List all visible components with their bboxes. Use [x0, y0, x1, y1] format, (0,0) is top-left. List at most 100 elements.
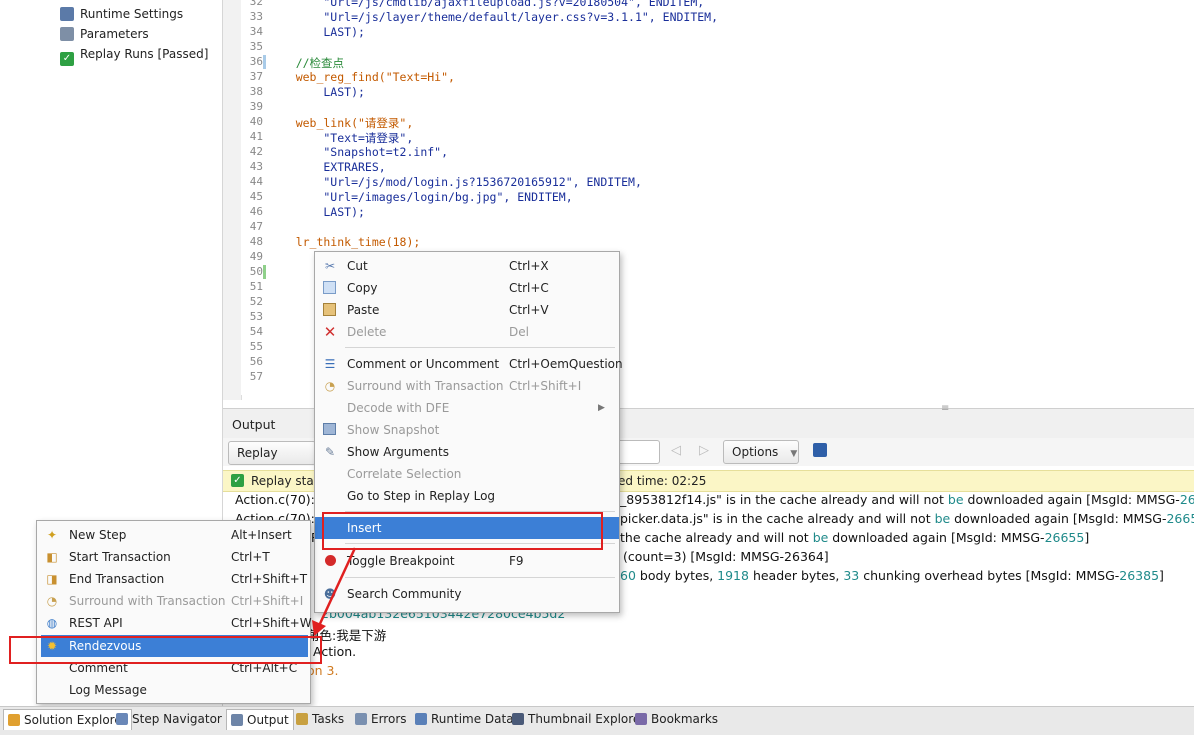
log-line: (count=3) [MsgId: MMSG-26364] [623, 549, 829, 564]
log-line: the cache already and will not be downlo… [620, 530, 1090, 545]
output-icon [231, 714, 243, 726]
menu-item-cut[interactable]: ✂ Cut Ctrl+X [315, 255, 619, 277]
runtime-data-icon [415, 713, 427, 725]
code-line[interactable]: "Url=/images/login/bg.jpg", ENDITEM, [268, 190, 572, 204]
line-number: 55 [249, 340, 263, 353]
end-transaction-icon: ◨ [46, 572, 58, 586]
menu-item-rest-api[interactable]: ◍ REST API Ctrl+Shift+W [37, 612, 312, 634]
options-button[interactable]: Options ▼ [723, 440, 799, 464]
menu-separator [345, 347, 615, 348]
arrow-right-icon[interactable]: ▷ [699, 443, 709, 458]
log-line: _8953812f14.js" is in the cache already … [620, 492, 1194, 507]
line-number: 52 [249, 295, 263, 308]
menu-item-paste[interactable]: Paste Ctrl+V [315, 299, 619, 321]
comment-icon: ☰ [324, 357, 336, 371]
code-line[interactable]: //检查点 [268, 55, 344, 71]
line-number: 40 [249, 115, 263, 128]
code-line[interactable]: web_reg_find("Text=Hi", [268, 70, 455, 84]
menu-item-start-transaction[interactable]: ◧ Start Transaction Ctrl+T [37, 546, 310, 568]
menu-item-surround-transaction[interactable]: ◔ Surround with Transaction Ctrl+Shift+I [37, 590, 310, 612]
line-number: 54 [249, 325, 263, 338]
globe-icon: ◍ [46, 616, 58, 630]
code-line[interactable] [268, 310, 296, 324]
copy-icon [323, 281, 336, 294]
line-number: 39 [249, 100, 263, 113]
menu-separator [345, 577, 615, 578]
change-marker [263, 55, 266, 69]
tree-item-replay-runs[interactable]: ✓ Replay Runs [Passed] [60, 45, 208, 66]
menu-item-comment-uncomment[interactable]: ☰ Comment or Uncomment Ctrl+OemQuestion [315, 353, 623, 375]
code-line[interactable]: EXTRARES, [268, 160, 385, 174]
tab-errors[interactable]: Errors [351, 709, 411, 729]
check-icon: ✓ [60, 52, 74, 66]
line-number: 36 [249, 55, 263, 68]
code-line[interactable]: "Url=/js/cmdlib/ajaxfileupload.js?v=2018… [268, 0, 704, 9]
line-number: 42 [249, 145, 263, 158]
tab-step-navigator[interactable]: Step Navigator [112, 709, 226, 729]
code-line[interactable]: "Snapshot=t2.inf", [268, 145, 448, 159]
line-number: 33 [249, 10, 263, 23]
line-number: 38 [249, 85, 263, 98]
thumbnail-icon [512, 713, 524, 725]
line-number: 43 [249, 160, 263, 173]
log-line: on 3. [307, 663, 339, 678]
arrow-left-icon[interactable]: ◁ [671, 443, 681, 458]
resize-grip-icon[interactable]: ≡ [941, 403, 949, 414]
tab-output[interactable]: Output [226, 709, 294, 730]
bottom-tab-bar: Solution Explorer Step Navigator Output … [0, 706, 1194, 735]
log-line: 60 body bytes, 1918 header bytes, 33 chu… [620, 568, 1164, 583]
menu-item-decode-dfe[interactable]: Decode with DFE ▶ [315, 397, 619, 419]
line-number: 56 [249, 355, 263, 368]
code-line[interactable] [268, 265, 296, 279]
transaction-icon: ◔ [324, 379, 336, 393]
line-number: 49 [249, 250, 263, 263]
tree-item-parameters[interactable]: Parameters [60, 25, 149, 43]
menu-item-surround-transaction[interactable]: ◔ Surround with Transaction Ctrl+Shift+I [315, 375, 619, 397]
check-icon: ✓ [231, 474, 244, 487]
tab-runtime-data[interactable]: Runtime Data [411, 709, 518, 729]
pane-splitter[interactable] [223, 0, 242, 400]
line-number: 53 [249, 310, 263, 323]
delete-icon: ✕ [323, 323, 337, 341]
parameters-icon [60, 27, 74, 41]
line-number: 51 [249, 280, 263, 293]
code-line[interactable]: LAST); [268, 25, 365, 39]
start-transaction-icon: ◧ [46, 550, 58, 564]
change-marker [263, 265, 266, 279]
menu-item-new-step[interactable]: ✦ New Step Alt+Insert [37, 524, 310, 546]
tab-thumbnail-explorer[interactable]: Thumbnail Explorer [508, 709, 649, 729]
line-number: 34 [249, 25, 263, 38]
code-line[interactable]: web_link("请登录", [268, 115, 414, 131]
line-number: 48 [249, 235, 263, 248]
paste-icon [323, 303, 336, 316]
line-number: 41 [249, 130, 263, 143]
save-icon[interactable] [813, 443, 827, 457]
menu-item-log-message[interactable]: Log Message [37, 679, 310, 701]
annotation-box-rendezvous [9, 636, 322, 664]
menu-item-go-to-step[interactable]: Go to Step in Replay Log [315, 485, 619, 507]
menu-item-end-transaction[interactable]: ◨ End Transaction Ctrl+Shift+T [37, 568, 310, 590]
line-number: 37 [249, 70, 263, 83]
log-line: picker.data.js" is in the cache already … [620, 511, 1194, 526]
code-line[interactable]: "Url=/js/mod/login.js?1536720165912", EN… [268, 175, 642, 189]
tab-bookmarks[interactable]: Bookmarks [631, 709, 722, 729]
code-line[interactable]: LAST); [268, 205, 365, 219]
output-title: Output [232, 417, 276, 432]
menu-item-copy[interactable]: Copy Ctrl+C [315, 277, 619, 299]
insert-submenu: ✦ New Step Alt+Insert ◧ Start Transaction Ct… [36, 520, 312, 704]
menu-item-show-snapshot[interactable]: Show Snapshot [315, 419, 619, 441]
menu-item-show-arguments[interactable]: ✎ Show Arguments [315, 441, 619, 463]
code-line[interactable]: "Url=/js/layer/theme/default/layer.css?v… [268, 10, 718, 24]
chevron-down-icon: ▼ [790, 449, 798, 459]
output-filter-select[interactable]: Replay [228, 441, 316, 465]
code-line[interactable]: LAST); [268, 85, 365, 99]
code-line[interactable]: lr_think_time(18); [268, 235, 421, 249]
tab-tasks[interactable]: Tasks [292, 709, 348, 729]
line-number: 35 [249, 40, 263, 53]
tree-item-runtime-settings[interactable]: Runtime Settings [60, 5, 183, 23]
errors-icon [355, 713, 367, 725]
snapshot-icon [323, 423, 336, 435]
menu-item-correlate-selection[interactable]: Correlate Selection [315, 463, 619, 485]
code-line[interactable]: "Text=请登录", [268, 130, 413, 146]
menu-item-delete[interactable]: ✕ Delete Del [315, 321, 619, 343]
